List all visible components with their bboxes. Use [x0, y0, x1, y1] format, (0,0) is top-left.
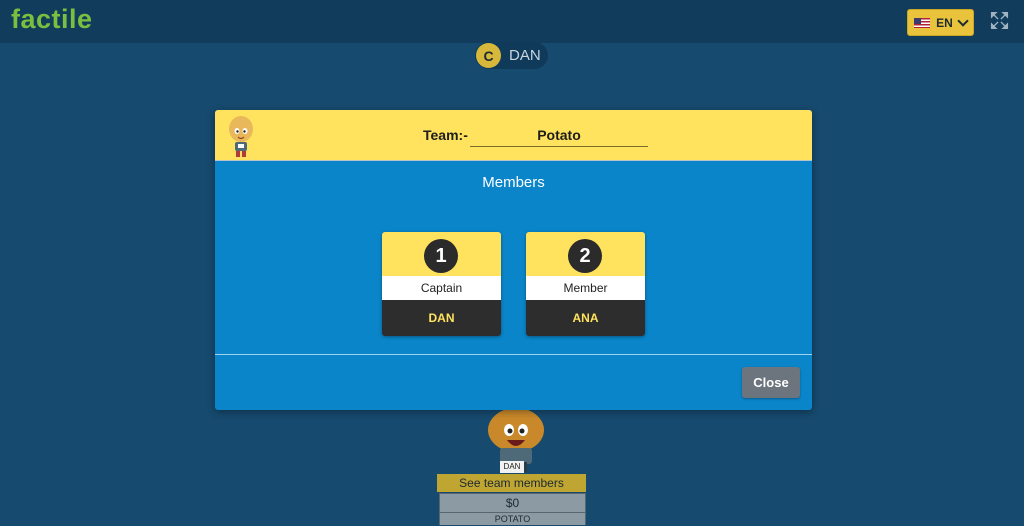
top-bar: factile EN [0, 0, 1024, 43]
members-title: Members [482, 174, 545, 191]
team-score: $0 [439, 493, 586, 513]
chevron-down-icon [957, 14, 969, 27]
modal-divider [215, 354, 812, 355]
factile-logo[interactable]: factile [11, 4, 93, 35]
member-card: 2 Member ANA [526, 232, 645, 336]
see-team-members-button[interactable]: See team members [437, 474, 586, 492]
member-name: ANA [526, 300, 645, 336]
member-role: Captain [382, 276, 501, 300]
player-chip: C DAN [475, 42, 548, 69]
close-button[interactable]: Close [742, 367, 800, 398]
fullscreen-icon[interactable] [990, 11, 1009, 30]
team-name-input[interactable] [470, 124, 648, 147]
modal-header: Team:- [215, 110, 812, 161]
member-name: DAN [382, 300, 501, 336]
language-selector[interactable]: EN [907, 9, 974, 36]
team-members-modal: Team:- Members 1 Captain DAN 2 Member AN… [215, 110, 812, 410]
potato-avatar-icon [229, 116, 253, 157]
us-flag-icon [914, 17, 931, 28]
team-name-label: POTATO [439, 512, 586, 525]
language-label: EN [936, 15, 953, 30]
player-initial-badge: C [476, 43, 501, 68]
member-role: Member [526, 276, 645, 300]
player-name: DAN [509, 47, 541, 64]
avatar-name-tag: DAN [500, 461, 524, 473]
member-number-badge: 1 [424, 239, 458, 273]
member-number-badge: 2 [568, 239, 602, 273]
team-label: Team:- [423, 127, 468, 143]
member-card: 1 Captain DAN [382, 232, 501, 336]
